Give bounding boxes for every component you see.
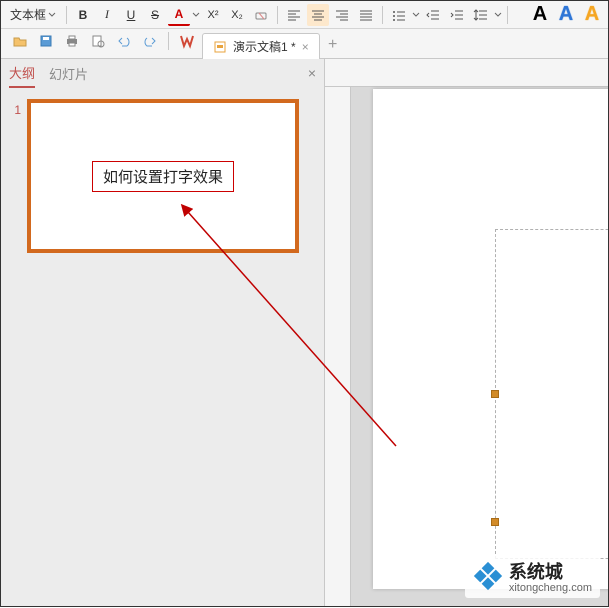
- separator: [382, 6, 383, 24]
- align-justify-icon: [358, 8, 374, 22]
- chevron-down-icon[interactable]: [192, 11, 200, 19]
- textbox-label: 文本框: [10, 6, 46, 23]
- chevron-down-icon[interactable]: [494, 11, 502, 19]
- align-left-icon: [286, 8, 302, 22]
- bullets-icon: [391, 8, 407, 22]
- font-color-button[interactable]: A: [168, 4, 190, 26]
- tab-slides[interactable]: 幻灯片: [49, 60, 88, 87]
- wps-home-button[interactable]: [176, 30, 198, 52]
- strike-button[interactable]: S: [144, 4, 166, 26]
- save-icon: [39, 34, 53, 48]
- resize-handle-left[interactable]: [491, 390, 499, 398]
- watermark-logo-icon: [473, 561, 503, 591]
- document-tab-bar: 演示文稿1 * × +: [1, 29, 608, 59]
- tab-close-button[interactable]: ×: [302, 40, 309, 54]
- wps-logo-icon: [179, 33, 195, 49]
- separator: [507, 6, 508, 24]
- document-tab-title: 演示文稿1 *: [233, 38, 296, 55]
- open-button[interactable]: [9, 30, 31, 52]
- wordart-style-orange[interactable]: A: [580, 3, 604, 26]
- decrease-indent-button[interactable]: [422, 4, 444, 26]
- outdent-icon: [425, 8, 441, 22]
- ruler-horizontal: [325, 59, 608, 87]
- thumbnail-list: 1 如何设置打字效果: [1, 87, 324, 606]
- thumbnail-row[interactable]: 1 如何设置打字效果: [9, 99, 316, 253]
- slide-number: 1: [9, 103, 21, 117]
- redo-icon: [143, 34, 157, 48]
- document-tab[interactable]: 演示文稿1 * ×: [202, 33, 320, 59]
- align-justify-button[interactable]: [355, 4, 377, 26]
- print-preview-button[interactable]: [87, 30, 109, 52]
- main-area: 大纲 幻灯片 × 1 如何设置打字效果: [1, 59, 608, 606]
- slide-title-preview: 如何设置打字效果: [92, 161, 234, 192]
- resize-handle-bottom-left[interactable]: [491, 518, 499, 526]
- save-button[interactable]: [35, 30, 57, 52]
- bold-button[interactable]: B: [72, 4, 94, 26]
- increase-indent-button[interactable]: [446, 4, 468, 26]
- panel-tab-strip: 大纲 幻灯片 ×: [1, 59, 324, 87]
- chevron-down-icon[interactable]: [412, 11, 420, 19]
- panel-close-button[interactable]: ×: [308, 65, 316, 81]
- print-icon: [65, 34, 79, 48]
- indent-icon: [449, 8, 465, 22]
- line-spacing-icon: [473, 8, 489, 22]
- redo-button[interactable]: [139, 30, 161, 52]
- clear-format-button[interactable]: [250, 4, 272, 26]
- watermark-subtitle: xitongcheng.com: [509, 582, 592, 594]
- align-left-button[interactable]: [283, 4, 305, 26]
- add-tab-button[interactable]: +: [320, 32, 346, 58]
- selection-box[interactable]: [495, 229, 608, 559]
- slide-canvas-area: [325, 59, 608, 606]
- quick-access-toolbar: [5, 30, 202, 58]
- folder-open-icon: [12, 34, 28, 48]
- slide-thumbnail[interactable]: 如何设置打字效果: [27, 99, 299, 253]
- format-toolbar: 文本框 B I U S A X² X₂ A A A: [1, 1, 608, 29]
- eraser-icon: [253, 7, 269, 23]
- separator: [66, 6, 67, 24]
- ruler-vertical: [325, 87, 351, 606]
- wordart-style-blue[interactable]: A: [554, 3, 578, 26]
- undo-button[interactable]: [113, 30, 135, 52]
- align-right-icon: [334, 8, 350, 22]
- tab-outline[interactable]: 大纲: [9, 59, 35, 88]
- print-button[interactable]: [61, 30, 83, 52]
- line-spacing-button[interactable]: [470, 4, 492, 26]
- align-right-button[interactable]: [331, 4, 353, 26]
- underline-button[interactable]: U: [120, 4, 142, 26]
- wordart-style-black[interactable]: A: [528, 3, 552, 26]
- superscript-button[interactable]: X²: [202, 4, 224, 26]
- preview-icon: [91, 34, 105, 48]
- align-center-button[interactable]: [307, 4, 329, 26]
- left-panel: 大纲 幻灯片 × 1 如何设置打字效果: [1, 59, 325, 606]
- separator: [168, 32, 169, 50]
- textbox-dropdown[interactable]: 文本框: [5, 4, 61, 26]
- separator: [277, 6, 278, 24]
- undo-icon: [117, 34, 131, 48]
- subscript-button[interactable]: X₂: [226, 4, 248, 26]
- watermark: 系统城 xitongcheng.com: [465, 554, 600, 598]
- bullets-button[interactable]: [388, 4, 410, 26]
- presentation-file-icon: [213, 40, 227, 54]
- italic-button[interactable]: I: [96, 4, 118, 26]
- align-center-icon: [310, 8, 326, 22]
- watermark-title: 系统城: [509, 562, 563, 582]
- chevron-down-icon: [48, 11, 56, 19]
